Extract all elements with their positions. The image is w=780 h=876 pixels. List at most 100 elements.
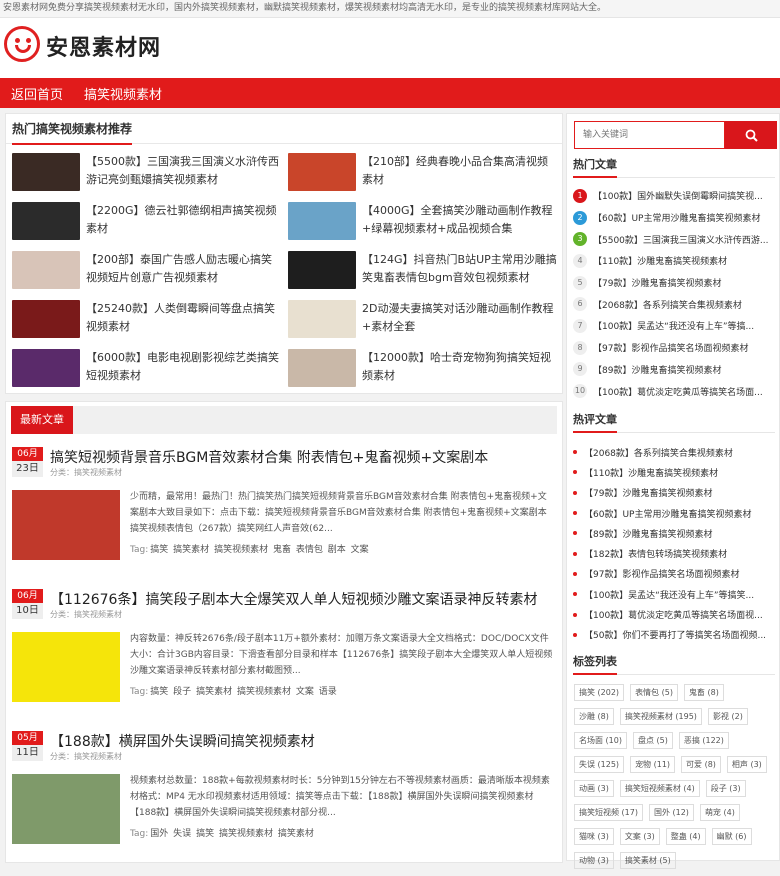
hot-article-item[interactable]: 1 【100款】国外幽默失误倒霉瞬间搞笑视...	[573, 185, 780, 207]
hot-comment-link[interactable]: 【182款】表情包转场搞笑视频素材	[584, 547, 727, 560]
post-title[interactable]: 搞笑短视频背景音乐BGM音效素材合集 附表情包+鬼畜视频+文案剧本	[50, 447, 488, 467]
post-tag[interactable]: 表情包	[296, 545, 323, 555]
tag-link[interactable]: 失误 (125)	[574, 756, 625, 773]
tag-link[interactable]: 萌宠 (4)	[699, 804, 740, 821]
tag-link[interactable]: 相声 (3)	[726, 756, 767, 773]
hot-comment-link[interactable]: 【100款】葛优淡定吃黄瓜等搞笑名场面视...	[584, 608, 763, 621]
hot-article-item[interactable]: 5 【79款】沙雕鬼畜搞笑视频素材	[573, 272, 780, 294]
hot-item[interactable]: 【4000G】全套搞笑沙雕动画制作教程+绿幕视频素材+成品视频合集	[288, 202, 564, 251]
post-tag[interactable]: 国外	[150, 829, 168, 839]
hot-article-link[interactable]: 【79款】沙雕鬼畜搞笑视频素材	[593, 276, 721, 289]
hot-item-title[interactable]: 【25240款】人类倒霉瞬间等盘点搞笑视频素材	[86, 300, 282, 336]
hot-article-link[interactable]: 【100款】国外幽默失误倒霉瞬间搞笑视...	[593, 189, 763, 202]
hot-item[interactable]: 【12000款】哈士奇宠物狗狗搞笑短视频素材	[288, 349, 564, 398]
hot-article-link[interactable]: 【100款】吴孟达“我还没有上车”等搞...	[593, 319, 754, 332]
hot-item[interactable]: 【6000款】电影电视剧影视综艺类搞笑短视频素材	[12, 349, 288, 398]
hot-article-link[interactable]: 【2068款】各系列搞笑合集视频素材	[593, 298, 742, 311]
hot-item[interactable]: 【25240款】人类倒霉瞬间等盘点搞笑视频素材	[12, 300, 288, 349]
post-thumbnail[interactable]	[12, 490, 120, 560]
hot-article-link[interactable]: 【5500款】三国演我三国演义水浒传西游...	[593, 233, 769, 246]
hot-item-thumbnail[interactable]	[288, 349, 356, 387]
hot-article-item[interactable]: 4 【110款】沙雕鬼畜搞笑视频素材	[573, 250, 780, 272]
tag-link[interactable]: 动画 (3)	[574, 780, 614, 797]
tag-link[interactable]: 鬼畜 (8)	[683, 684, 724, 701]
post-tag[interactable]: 语录	[319, 687, 337, 697]
site-logo-text[interactable]: 安恩素材网	[46, 30, 161, 62]
hot-item-title[interactable]: 【200部】泰国广告感人励志暖心搞笑视频短片创意广告视频素材	[86, 251, 282, 287]
hot-comment-link[interactable]: 【100款】吴孟达“我还没有上车”等搞笑...	[584, 588, 754, 601]
tag-link[interactable]: 可爱 (8)	[681, 756, 721, 773]
hot-item-title[interactable]: 【5500款】三国演我三国演义水浒传西游记亮剑甄嬛搞笑视频素材	[86, 153, 282, 189]
search-button[interactable]	[725, 121, 777, 149]
hot-article-item[interactable]: 6 【2068款】各系列搞笑合集视频素材	[573, 293, 780, 315]
hot-item-thumbnail[interactable]	[12, 153, 80, 191]
hot-comment-item[interactable]: 【79款】沙雕鬼畜搞笑视频素材	[573, 483, 779, 503]
tag-link[interactable]: 段子 (3)	[705, 780, 746, 797]
post-title[interactable]: 【188款】横屏国外失误瞬间搞笑视频素材	[50, 731, 315, 751]
tag-link[interactable]: 搞笑短视频 (17)	[574, 804, 643, 821]
post-category[interactable]: 分类：搞笑视频素材	[50, 751, 122, 762]
post-tag[interactable]: 剧本	[328, 545, 346, 555]
hot-item-title[interactable]: 【2200G】德云社郭德纲相声搞笑视频素材	[86, 202, 282, 238]
hot-comment-item[interactable]: 【110款】沙雕鬼畜搞笑视频素材	[573, 462, 779, 482]
tag-link[interactable]: 盘点 (5)	[632, 732, 673, 749]
hot-comment-link[interactable]: 【97款】影视作品搞笑名场面视频素材	[584, 567, 739, 580]
tag-link[interactable]: 名场面 (10)	[574, 732, 627, 749]
hot-comment-item[interactable]: 【89款】沙雕鬼畜搞笑视频素材	[573, 523, 779, 543]
hot-article-link[interactable]: 【100款】葛优淡定吃黄瓜等搞笑名场面...	[593, 385, 763, 398]
hot-comment-link[interactable]: 【89款】沙雕鬼畜搞笑视频素材	[584, 527, 712, 540]
tag-link[interactable]: 恶搞 (122)	[678, 732, 729, 749]
post-tag[interactable]: 失误	[173, 829, 191, 839]
post-tag[interactable]: 搞笑	[150, 687, 168, 697]
hot-comment-link[interactable]: 【50款】你们不要再打了等搞笑名场面视频...	[584, 628, 766, 641]
post-tag[interactable]: 搞笑	[150, 545, 168, 555]
hot-comment-item[interactable]: 【97款】影视作品搞笑名场面视频素材	[573, 564, 779, 584]
tag-link[interactable]: 猫咪 (3)	[574, 828, 614, 845]
tag-link[interactable]: 影视 (2)	[707, 708, 748, 725]
hot-comment-link[interactable]: 【60款】UP主常用沙雕鬼畜搞笑视频素材	[584, 507, 751, 520]
smiley-logo-icon[interactable]	[4, 26, 40, 62]
hot-item-thumbnail[interactable]	[12, 349, 80, 387]
tag-link[interactable]: 搞笑短视频素材 (4)	[619, 780, 700, 797]
hot-article-item[interactable]: 7 【100款】吴孟达“我还没有上车”等搞...	[573, 315, 780, 337]
hot-comment-item[interactable]: 【100款】葛优淡定吃黄瓜等搞笑名场面视...	[573, 604, 779, 624]
post-category[interactable]: 分类：搞笑视频素材	[50, 467, 122, 478]
hot-article-item[interactable]: 3 【5500款】三国演我三国演义水浒传西游...	[573, 228, 780, 250]
nav-item-funny-videos[interactable]: 搞笑视频素材	[84, 84, 162, 103]
hot-item-title[interactable]: 【6000款】电影电视剧影视综艺类搞笑短视频素材	[86, 349, 282, 385]
hot-item-title[interactable]: 2D动漫夫妻搞笑对话沙雕动画制作教程+素材全套	[362, 300, 558, 336]
post-tag[interactable]: 搞笑视频素材	[214, 545, 268, 555]
hot-item-title[interactable]: 【12000款】哈士奇宠物狗狗搞笑短视频素材	[362, 349, 558, 385]
post-tag[interactable]: 搞笑视频素材	[237, 687, 291, 697]
tag-link[interactable]: 国外 (12)	[648, 804, 694, 821]
hot-item-title[interactable]: 【210部】经典春晚小品合集高清视频素材	[362, 153, 558, 189]
hot-comment-link[interactable]: 【79款】沙雕鬼畜搞笑视频素材	[584, 486, 712, 499]
hot-item[interactable]: 【210部】经典春晚小品合集高清视频素材	[288, 153, 564, 202]
post-tag[interactable]: 搞笑素材	[196, 687, 232, 697]
hot-comment-item[interactable]: 【100款】吴孟达“我还没有上车”等搞笑...	[573, 584, 779, 604]
hot-article-item[interactable]: 10 【100款】葛优淡定吃黄瓜等搞笑名场面...	[573, 380, 780, 402]
tag-link[interactable]: 整蛊 (4)	[665, 828, 706, 845]
post-tag[interactable]: 搞笑素材	[173, 545, 209, 555]
hot-item-title[interactable]: 【124G】抖音热门B站UP主常用沙雕搞笑鬼畜表情包bgm音效包视频素材	[362, 251, 558, 287]
hot-item-thumbnail[interactable]	[288, 300, 356, 338]
hot-comment-item[interactable]: 【60款】UP主常用沙雕鬼畜搞笑视频素材	[573, 503, 779, 523]
post-thumbnail[interactable]	[12, 632, 120, 702]
hot-item-thumbnail[interactable]	[12, 202, 80, 240]
post-tag[interactable]: 鬼畜	[273, 545, 291, 555]
hot-item-thumbnail[interactable]	[12, 251, 80, 289]
hot-comment-item[interactable]: 【50款】你们不要再打了等搞笑名场面视频...	[573, 625, 779, 645]
hot-item[interactable]: 【200部】泰国广告感人励志暖心搞笑视频短片创意广告视频素材	[12, 251, 288, 300]
hot-comment-link[interactable]: 【2068款】各系列搞笑合集视频素材	[584, 446, 733, 459]
post-tag[interactable]: 搞笑素材	[278, 829, 314, 839]
tag-link[interactable]: 沙雕 (8)	[574, 708, 614, 725]
hot-article-link[interactable]: 【60款】UP主常用沙雕鬼畜搞笑视频素材	[593, 211, 760, 224]
hot-item-title[interactable]: 【4000G】全套搞笑沙雕动画制作教程+绿幕视频素材+成品视频合集	[362, 202, 558, 238]
hot-article-link[interactable]: 【89款】沙雕鬼畜搞笑视频素材	[593, 363, 721, 376]
hot-item-thumbnail[interactable]	[288, 153, 356, 191]
hot-comment-link[interactable]: 【110款】沙雕鬼畜搞笑视频素材	[584, 466, 718, 479]
hot-article-item[interactable]: 9 【89款】沙雕鬼畜搞笑视频素材	[573, 359, 780, 381]
hot-comment-item[interactable]: 【2068款】各系列搞笑合集视频素材	[573, 442, 779, 462]
tag-link[interactable]: 表情包 (5)	[630, 684, 678, 701]
post-tag[interactable]: 搞笑	[196, 829, 214, 839]
